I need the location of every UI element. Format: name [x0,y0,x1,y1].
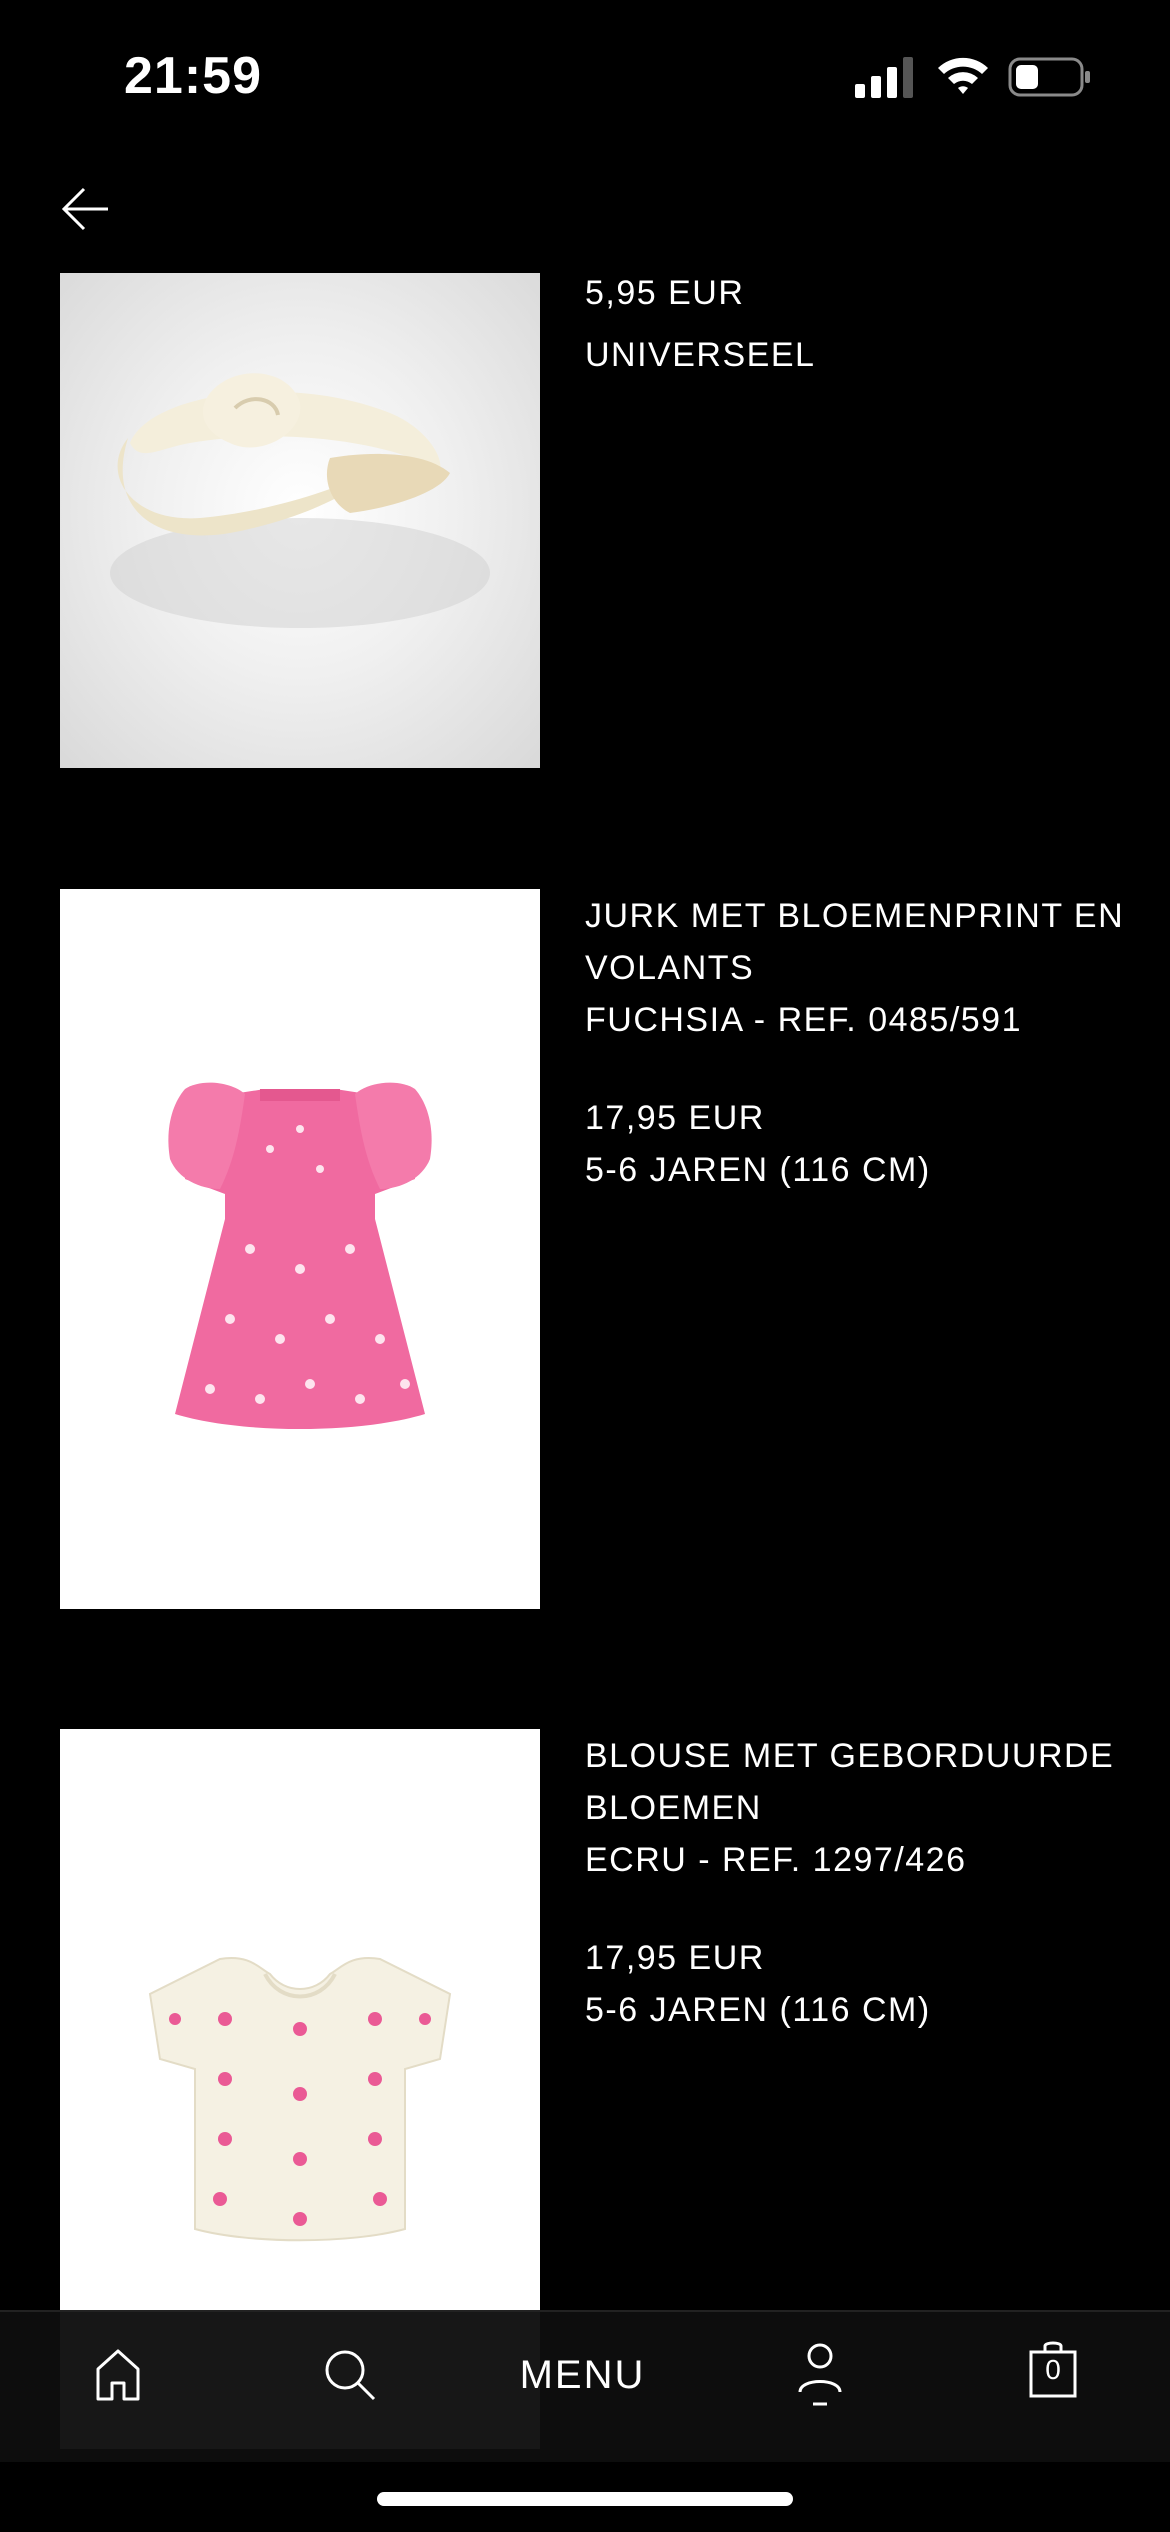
wifi-icon [938,57,988,94]
tab-search[interactable] [320,2340,380,2410]
tab-home[interactable] [88,2340,148,2410]
status-time: 21:59 [124,47,262,105]
product-price: 17,95 EUR [585,1099,765,1137]
status-bar: 21:59 [0,0,1170,150]
product-name: JURK MET BLOEMENPRINT EN VOLANTS [585,897,1125,987]
product-size: UNIVERSEEL [585,336,816,374]
cart-count: 0 [1045,2354,1061,2385]
product-image-headband[interactable] [60,273,540,768]
headband-illustration [110,373,490,628]
product-info-blouse: BLOUSE MET GEBORDUURDE BLOEMEN ECRU - RE… [585,1730,1125,2036]
product-image-dress[interactable] [60,889,540,1609]
product-price: 17,95 EUR [585,1939,765,1977]
product-name: BLOUSE MET GEBORDUURDE BLOEMEN [585,1737,1115,1827]
bottom-tab-bar: MENU 0 [0,2310,1170,2462]
product-color-ref: ECRU - REF. 1297/426 [585,1841,967,1879]
back-arrow-icon[interactable] [58,182,112,236]
tab-menu[interactable]: MENU [505,2340,660,2410]
product-size: 5-6 JAREN (116 CM) [585,1151,931,1189]
tab-cart[interactable]: 0 [1026,2340,1080,2410]
cellular-signal-icon [855,57,913,98]
product-color-ref: FUCHSIA - REF. 0485/591 [585,1001,1023,1039]
tab-account[interactable] [790,2340,850,2410]
product-info-headband: 5,95 EUR UNIVERSEEL [585,262,1125,386]
product-size: 5-6 JAREN (116 CM) [585,1991,931,2029]
product-price: 5,95 EUR [585,274,745,312]
battery-icon [1008,57,1090,97]
product-info-dress: JURK MET BLOEMENPRINT EN VOLANTS FUCHSIA… [585,890,1125,1196]
home-indicator[interactable] [377,2492,793,2506]
search-icon [325,2350,376,2401]
user-icon [798,2343,842,2406]
home-icon [96,2349,140,2401]
dress-illustration [168,1082,432,1429]
